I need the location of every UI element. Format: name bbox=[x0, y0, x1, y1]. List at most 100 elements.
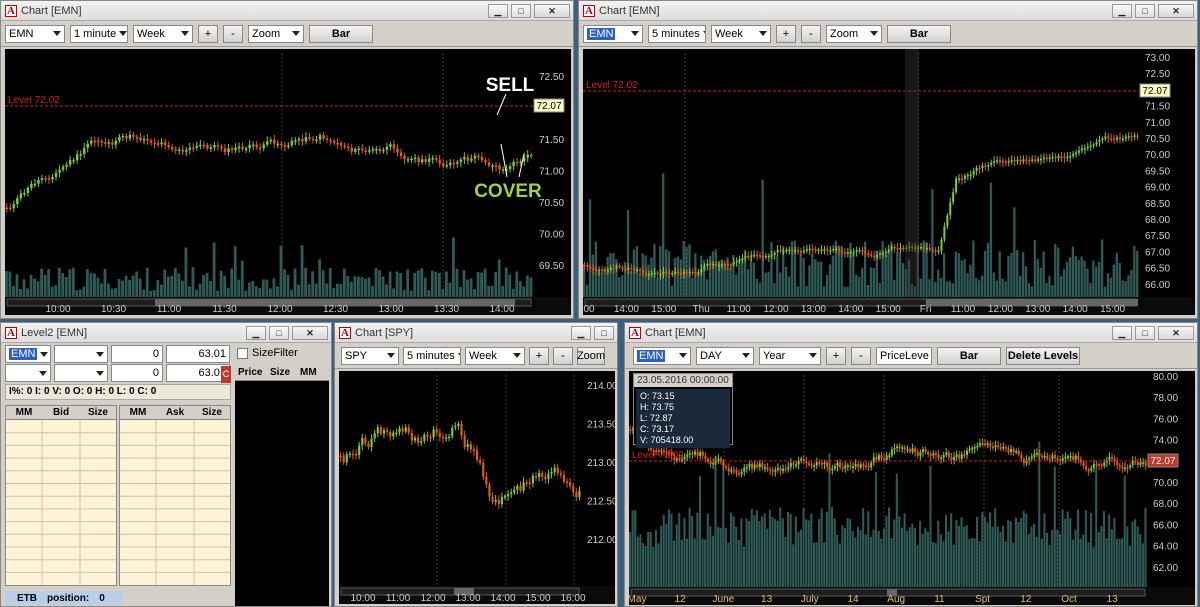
price-chart[interactable]: 72.5072.0071.5071.0070.5070.0069.50Level… bbox=[5, 49, 571, 315]
bar-type-button[interactable]: Bar bbox=[309, 24, 373, 43]
price-input-1[interactable]: 63.01 bbox=[166, 345, 230, 363]
title-bar[interactable]: A Chart [EMN] ▁ □ ✕ bbox=[625, 323, 1197, 343]
volume-bar bbox=[629, 532, 632, 587]
symbol-select[interactable]: EMN bbox=[583, 24, 643, 43]
size-filter[interactable]: SizeFilter bbox=[237, 347, 298, 359]
symbol-select[interactable]: EMN bbox=[5, 24, 65, 43]
period-select[interactable]: Week bbox=[711, 24, 771, 43]
exchange-select[interactable] bbox=[54, 345, 108, 363]
candle-body bbox=[741, 258, 744, 260]
bar-type-button[interactable]: Bar bbox=[887, 24, 951, 43]
zoom-out-button[interactable]: - bbox=[223, 24, 243, 43]
zoom-in-button[interactable]: + bbox=[776, 24, 796, 43]
close-icon[interactable]: ✕ bbox=[292, 325, 328, 340]
candle-body bbox=[1126, 467, 1129, 469]
candle-body bbox=[950, 457, 953, 461]
volume-bar bbox=[501, 285, 505, 297]
period-select[interactable]: Year bbox=[759, 346, 821, 365]
symbol-select[interactable]: EMN bbox=[633, 346, 691, 365]
period-select[interactable]: Week bbox=[133, 24, 193, 43]
candle-body bbox=[919, 247, 923, 249]
delete-levels-button[interactable]: Delete Levels bbox=[1006, 346, 1080, 365]
maximize-icon[interactable]: □ bbox=[269, 325, 289, 340]
minimize-icon[interactable]: ▁ bbox=[246, 325, 266, 340]
candle-body bbox=[688, 452, 691, 455]
maximize-icon[interactable]: □ bbox=[1135, 3, 1155, 18]
zoom-in-button[interactable]: + bbox=[198, 24, 218, 43]
zoom-select[interactable]: Zoom bbox=[826, 24, 882, 43]
candle-body bbox=[522, 482, 525, 491]
volume-bar bbox=[810, 513, 813, 587]
price-chart-canvas[interactable]: 214.00 213.50 213.00 212.50 212.00 10:00 11:00… bbox=[339, 371, 615, 604]
maximize-icon[interactable]: □ bbox=[1135, 325, 1155, 340]
maximize-icon[interactable]: □ bbox=[594, 325, 614, 340]
volume-bar bbox=[700, 255, 703, 297]
zoom-out-button[interactable]: - bbox=[801, 24, 821, 43]
zoom-out-button[interactable]: - bbox=[851, 346, 871, 365]
route-select[interactable] bbox=[5, 364, 51, 382]
title-bar[interactable]: A Level2 [EMN] ▁ □ ✕ bbox=[1, 323, 331, 343]
minimize-icon[interactable]: ▁ bbox=[571, 325, 591, 340]
zoom-button[interactable]: Zoom bbox=[577, 346, 605, 365]
price-chart-canvas[interactable]: 72.5072.0071.5071.0070.5070.0069.50Level… bbox=[5, 49, 571, 315]
qty-input-2[interactable]: 0 bbox=[111, 364, 163, 382]
volume-bar bbox=[652, 546, 655, 587]
volume-bar bbox=[198, 283, 202, 297]
volume-bar bbox=[877, 530, 880, 587]
title-bar[interactable]: A Chart [EMN] ▁ □ ✕ bbox=[579, 1, 1197, 21]
minimize-icon[interactable]: ▁ bbox=[1112, 325, 1132, 340]
candle-body bbox=[759, 255, 762, 257]
interval-select[interactable]: 5 minutes bbox=[648, 24, 706, 43]
candle-body bbox=[234, 147, 237, 151]
volume-bar bbox=[797, 531, 800, 587]
price-chart-canvas[interactable]: 73.0072.5072.0071.5071.0070.5070.0069.50… bbox=[583, 49, 1195, 315]
window-title: Chart [SPY] bbox=[355, 326, 414, 339]
order-type-select[interactable] bbox=[54, 364, 108, 382]
interval-select[interactable]: 5 minutes bbox=[403, 346, 461, 365]
price-level-label: Level 72.02 bbox=[632, 450, 684, 461]
volume-bar bbox=[36, 281, 40, 297]
cancel-button[interactable]: C bbox=[221, 366, 231, 383]
candle-body bbox=[794, 250, 797, 252]
zoom-select[interactable]: Zoom bbox=[248, 24, 304, 43]
x-tick-label: 13:00 bbox=[455, 593, 480, 604]
volume-bar bbox=[1136, 250, 1139, 297]
symbol-select[interactable]: SPY bbox=[341, 346, 399, 365]
candle-body bbox=[629, 429, 632, 431]
minimize-icon[interactable]: ▁ bbox=[488, 3, 508, 18]
title-bar[interactable]: A Chart [SPY] ▁ □ bbox=[335, 323, 617, 343]
minimize-icon[interactable]: ▁ bbox=[1112, 3, 1132, 18]
volume-bar bbox=[919, 520, 922, 587]
interval-select[interactable]: DAY bbox=[696, 346, 754, 365]
zoom-in-button[interactable]: + bbox=[826, 346, 846, 365]
candle-body bbox=[368, 150, 371, 152]
price-level-select[interactable]: PriceLeve bbox=[876, 346, 932, 365]
close-icon[interactable]: ✕ bbox=[1158, 3, 1194, 18]
candle-body bbox=[953, 456, 956, 461]
candle-body bbox=[392, 144, 396, 149]
price-chart[interactable]: 73.0072.5072.0071.5071.0070.5070.0069.50… bbox=[583, 49, 1195, 315]
candle-body bbox=[598, 269, 601, 272]
interval-select[interactable]: 1 minute bbox=[70, 24, 128, 43]
maximize-icon[interactable]: □ bbox=[511, 3, 531, 18]
candle-body bbox=[376, 427, 379, 434]
candle-body bbox=[1098, 140, 1101, 143]
candle-body bbox=[68, 160, 72, 165]
period-select[interactable]: Week bbox=[465, 346, 525, 365]
price-chart[interactable]: 214.00 213.50 213.00 212.50 212.00 10:00 11:00… bbox=[339, 371, 615, 604]
candle-body bbox=[929, 454, 932, 456]
x-tick-label: 11:30 bbox=[212, 304, 237, 315]
qty-input-1[interactable]: 0 bbox=[111, 345, 163, 363]
volume-bar bbox=[89, 273, 93, 297]
bar-type-button[interactable]: Bar bbox=[937, 346, 1001, 365]
close-icon[interactable]: ✕ bbox=[1158, 325, 1194, 340]
zoom-out-button[interactable]: - bbox=[553, 346, 573, 365]
zoom-in-button[interactable]: + bbox=[529, 346, 549, 365]
size-filter-checkbox[interactable] bbox=[237, 347, 248, 359]
symbol-select[interactable]: EMN bbox=[5, 345, 51, 363]
volume-bar bbox=[15, 274, 19, 297]
close-icon[interactable]: ✕ bbox=[534, 3, 570, 18]
volume-bar bbox=[872, 267, 876, 297]
title-bar[interactable]: A Chart [EMN] ▁ □ ✕ bbox=[1, 1, 573, 21]
candle-body bbox=[1025, 159, 1028, 161]
